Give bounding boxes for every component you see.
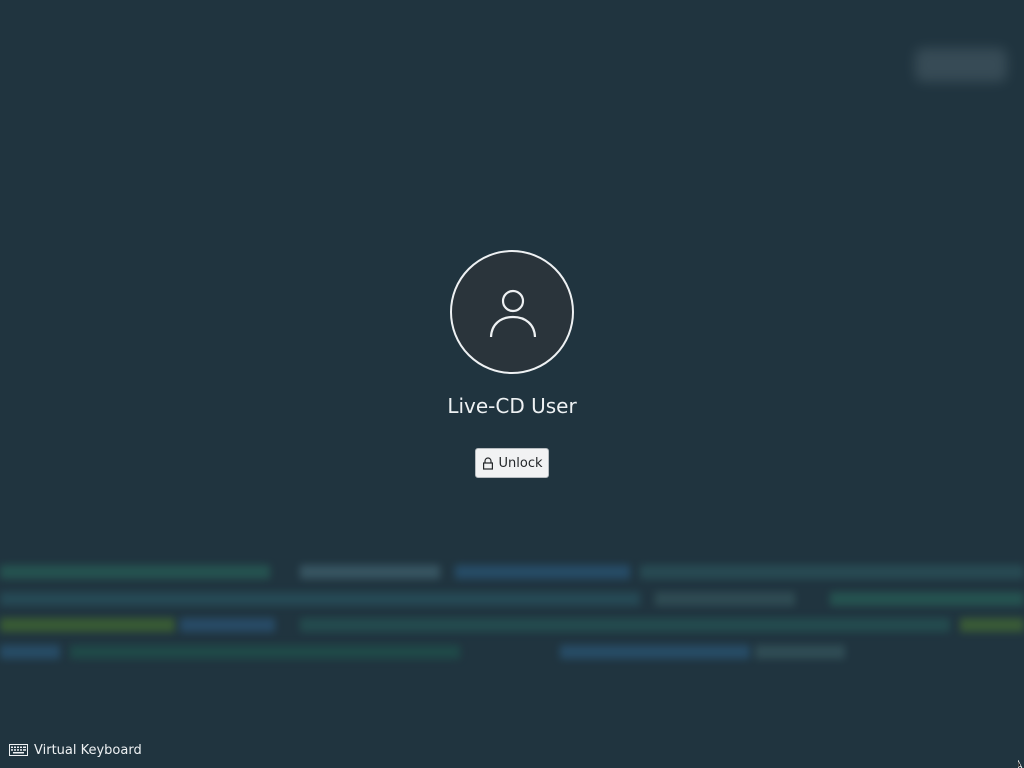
blurred-bar bbox=[0, 565, 270, 579]
blurred-bar bbox=[830, 592, 1024, 606]
user-avatar-icon bbox=[489, 289, 537, 337]
blurred-bar bbox=[0, 592, 640, 606]
mouse-cursor-icon bbox=[1018, 760, 1023, 768]
blurred-bar bbox=[300, 565, 440, 579]
virtual-keyboard-label: Virtual Keyboard bbox=[34, 742, 142, 758]
blurred-bar bbox=[560, 645, 750, 659]
blurred-bar bbox=[70, 645, 460, 659]
user-name: Live-CD User bbox=[447, 394, 577, 418]
user-avatar[interactable] bbox=[450, 250, 574, 374]
blurred-bar bbox=[455, 565, 630, 579]
blurred-bar bbox=[0, 645, 60, 659]
unlock-button[interactable]: Unlock bbox=[475, 448, 549, 478]
blurred-bar bbox=[655, 592, 795, 606]
blurred-bar bbox=[0, 618, 175, 632]
blurred-bar bbox=[180, 618, 275, 632]
unlock-label: Unlock bbox=[498, 455, 543, 471]
blurred-desktop-background bbox=[0, 0, 1024, 768]
keyboard-icon bbox=[9, 744, 28, 756]
blurred-bar bbox=[300, 618, 950, 632]
virtual-keyboard-button[interactable]: Virtual Keyboard bbox=[9, 740, 142, 760]
blurred-clock bbox=[915, 48, 1007, 82]
blurred-bar bbox=[640, 565, 1024, 579]
blurred-bar bbox=[960, 618, 1024, 632]
blurred-bar bbox=[755, 645, 845, 659]
lock-icon bbox=[482, 456, 493, 470]
